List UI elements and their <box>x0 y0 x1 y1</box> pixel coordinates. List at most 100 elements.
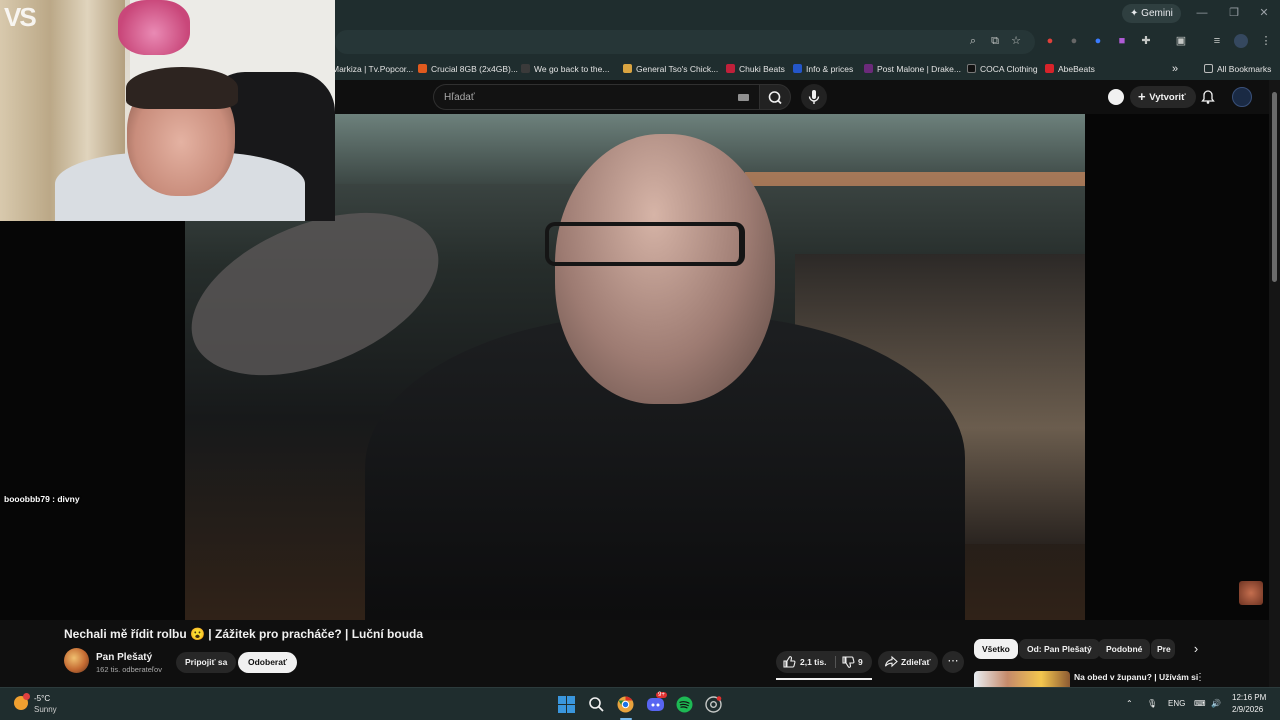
voice-search-button[interactable] <box>801 84 827 110</box>
chip-for-you[interactable]: Pre <box>1151 639 1175 659</box>
gemini-icon: ✦ <box>1130 8 1142 19</box>
bookmark-favicon-icon <box>418 64 427 73</box>
windows-taskbar: -5°C Sunny 9+ ⌃ 🎙 ENG ⌨ 🔊 12:16 PM 2/9/2… <box>0 687 1280 720</box>
minimize-button[interactable]: — <box>1192 4 1212 22</box>
install-app-icon[interactable]: ⧉ <box>988 34 1002 48</box>
microphone-icon <box>808 90 820 104</box>
bookmark-favicon-icon <box>521 64 530 73</box>
bookmark-favicon-icon <box>793 64 802 73</box>
notifications-bell-icon[interactable] <box>1200 89 1216 105</box>
bookmark-item[interactable]: Markiza | Tv.Popcor... <box>332 62 413 76</box>
bookmark-favicon-icon <box>967 64 976 73</box>
profile-avatar-icon[interactable] <box>1234 34 1248 48</box>
more-actions-button[interactable]: ⋯ <box>942 651 964 673</box>
channel-avatar[interactable] <box>64 648 89 673</box>
join-button[interactable]: Pripojiť sa <box>176 652 237 673</box>
search-button[interactable] <box>759 84 791 110</box>
plus-icon: + <box>1138 89 1150 104</box>
weather-condition[interactable]: Sunny <box>34 705 57 714</box>
show-hidden-icons-chevron-icon[interactable]: ⌃ <box>1126 699 1133 708</box>
chips-next-button[interactable]: › <box>1188 641 1204 657</box>
extension-gray-icon[interactable]: ● <box>1067 34 1081 48</box>
bookmark-star-icon[interactable]: ☆ <box>1009 34 1023 48</box>
zoom-icon[interactable]: ⌕ <box>966 34 980 48</box>
keyboard-icon[interactable] <box>738 94 749 101</box>
media-controls-icon[interactable]: ≡ <box>1210 34 1224 48</box>
chip-related[interactable]: Podobné <box>1098 639 1151 659</box>
chat-message: booobbb79 : divny <box>4 494 80 504</box>
gemini-label: Gemini <box>1141 8 1173 19</box>
bookmark-label: Chuki Beats <box>739 64 785 74</box>
folder-icon <box>1204 64 1213 73</box>
share-icon <box>884 655 898 668</box>
bookmark-item[interactable]: We go back to the... <box>521 62 609 76</box>
dislike-button[interactable]: 9 <box>836 651 872 673</box>
volume-icon[interactable]: 🔊 <box>1211 699 1221 708</box>
bookmark-item[interactable]: Post Malone | Drake... <box>864 62 961 76</box>
search-input[interactable] <box>444 85 724 109</box>
bookmark-item[interactable]: Crucial 8GB (2x4GB)... <box>418 62 518 76</box>
thumbs-down-icon <box>842 656 855 668</box>
channel-name[interactable]: Pan Plešatý <box>96 652 152 663</box>
gemini-button[interactable]: ✦ Gemini <box>1122 4 1181 23</box>
like-button[interactable]: 2,1 tis. <box>776 651 834 673</box>
bookmark-item[interactable]: COCA Clothing <box>967 62 1038 76</box>
chrome-alt-taskbar-icon[interactable] <box>705 696 722 713</box>
input-language[interactable]: ENG <box>1168 699 1185 708</box>
bookmark-label: AbeBeats <box>1058 64 1095 74</box>
scrollbar-thumb[interactable] <box>1272 92 1277 282</box>
search-box <box>433 84 759 110</box>
share-button[interactable]: Zdieľať <box>878 651 938 673</box>
restore-button[interactable]: ❐ <box>1224 4 1244 22</box>
all-bookmarks-button[interactable]: All Bookmarks <box>1204 62 1271 76</box>
chip-all[interactable]: Všetko <box>974 639 1018 659</box>
discord-taskbar-icon[interactable]: 9+ <box>647 692 667 713</box>
spotify-taskbar-icon[interactable] <box>676 696 693 713</box>
taskbar-search-icon[interactable] <box>588 696 605 713</box>
bookmark-favicon-icon <box>623 64 632 73</box>
bookmark-label: General Tso's Chick... <box>636 64 719 74</box>
account-avatar[interactable] <box>1232 87 1252 107</box>
recommendation-title[interactable]: Na obed v županu? | Užívám si <box>1074 672 1198 682</box>
extension-red-icon[interactable]: ● <box>1043 34 1057 48</box>
extension-purple-icon[interactable]: ■ <box>1115 34 1129 48</box>
extension-blue-icon[interactable]: ● <box>1091 34 1105 48</box>
bookmark-favicon-icon <box>864 64 873 73</box>
weather-temperature[interactable]: -5°C <box>34 694 50 703</box>
bookmark-favicon-icon <box>726 64 735 73</box>
search-icon <box>768 91 782 105</box>
bookmark-label: Markiza | Tv.Popcor... <box>332 64 414 74</box>
chrome-menu-icon[interactable]: ⋮ <box>1259 34 1273 48</box>
windows-start-icon[interactable] <box>558 696 575 713</box>
recommendation-thumbnail[interactable] <box>974 671 1070 688</box>
tab-search-icon[interactable]: ▣ <box>1174 34 1188 48</box>
webcam-plush-toy <box>118 0 190 55</box>
like-active-underline <box>776 678 872 680</box>
clock-date[interactable]: 2/9/2026 <box>1232 705 1263 714</box>
clock-time[interactable]: 12:16 PM <box>1232 693 1266 702</box>
bookmark-item[interactable]: Chuki Beats <box>726 62 785 76</box>
bookmark-label: Crucial 8GB (2x4GB)... <box>431 64 518 74</box>
extension-spark-icon[interactable] <box>1108 89 1124 105</box>
subscribe-button[interactable]: Odoberať <box>238 652 298 673</box>
bookmark-item[interactable]: AbeBeats <box>1045 62 1095 76</box>
close-button[interactable]: ✕ <box>1254 4 1274 22</box>
page-scrollbar[interactable] <box>1269 80 1280 687</box>
bookmark-item[interactable]: General Tso's Chick... <box>623 62 718 76</box>
extensions-puzzle-icon[interactable]: ✚ <box>1139 34 1153 48</box>
bookmark-item[interactable]: Info & prices <box>793 62 853 76</box>
subscriber-count: 162 tis. odberateľov <box>96 665 162 674</box>
create-button[interactable]: + Vytvoriť <box>1130 86 1196 108</box>
weather-alert-badge <box>23 693 30 700</box>
chrome-taskbar-icon[interactable] <box>617 696 634 713</box>
channel-watermark[interactable] <box>1239 581 1263 605</box>
network-icon[interactable]: ⌨ <box>1194 699 1206 708</box>
chip-from-channel[interactable]: Od: Pan Plešatý <box>1019 639 1100 659</box>
bookmarks-overflow-button[interactable]: » <box>1172 62 1178 76</box>
address-bar[interactable] <box>335 30 1035 54</box>
thumbs-up-icon <box>783 656 796 668</box>
microphone-tray-icon[interactable]: 🎙 <box>1147 699 1157 708</box>
bookmark-label: Post Malone | Drake... <box>877 64 961 74</box>
recommendation-menu-button[interactable]: ⋮ <box>1194 671 1206 685</box>
webcam-logo: VS <box>4 2 37 32</box>
